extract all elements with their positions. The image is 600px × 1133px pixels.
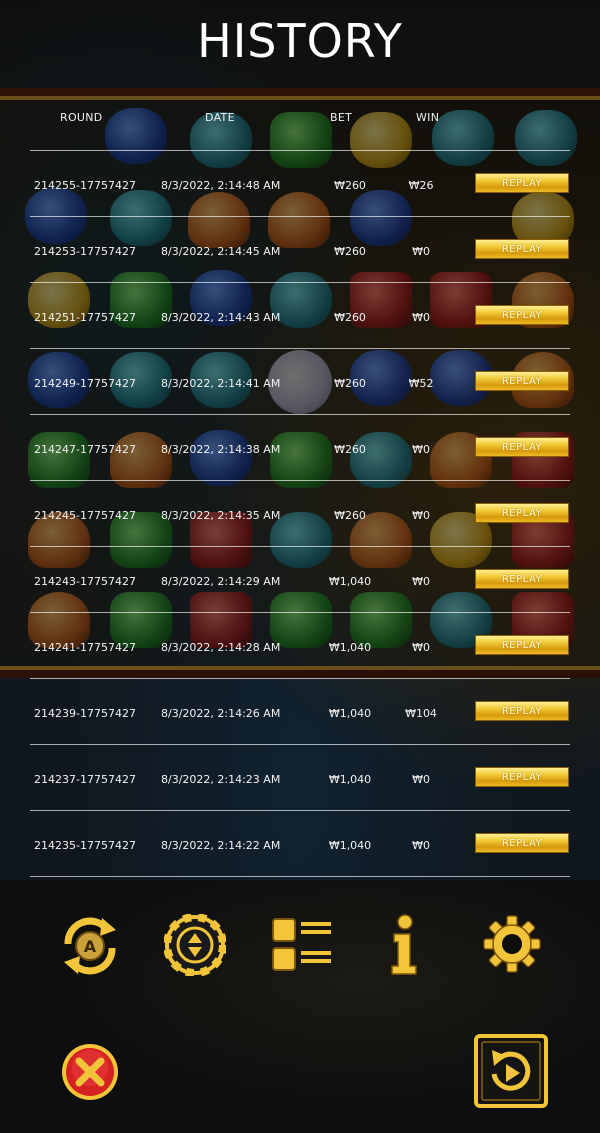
table-row: 214235-17757427 8/3/2022, 2:14:22 AM ₩1,… [30,811,570,877]
replay-button[interactable]: REPLAY [475,503,569,523]
round-id: 214239-17757427 [34,707,136,720]
win-amount: ₩0 [412,575,430,588]
bet-amount: ₩260 [334,443,366,456]
round-id: 214245-17757427 [34,509,136,522]
table-row: 214241-17757427 8/3/2022, 2:14:28 AM ₩1,… [30,613,570,679]
round-date: 8/3/2022, 2:14:23 AM [161,773,281,786]
bet-amount: ₩1,040 [328,707,372,720]
replay-button[interactable]: REPLAY [475,239,569,259]
round-id: 214249-17757427 [34,377,136,390]
replay-play-icon[interactable] [474,1034,548,1108]
column-header-date: DATE [205,111,235,124]
replay-button[interactable]: REPLAY [475,569,569,589]
round-date: 8/3/2022, 2:14:29 AM [161,575,281,588]
round-id: 214241-17757427 [34,641,136,654]
round-id: 214243-17757427 [34,575,136,588]
column-header-round: ROUND [60,111,103,124]
win-amount: ₩26 [408,179,434,192]
replay-button[interactable]: REPLAY [475,767,569,787]
win-amount: ₩0 [412,443,430,456]
round-date: 8/3/2022, 2:14:38 AM [161,443,281,456]
round-id: 214237-17757427 [34,773,136,786]
round-id: 214247-17757427 [34,443,136,456]
round-date: 8/3/2022, 2:14:43 AM [161,311,281,324]
bet-amount: ₩260 [334,509,366,522]
column-header-bet: BET [330,111,353,124]
column-header-win: WIN [416,111,440,124]
info-icon[interactable] [388,914,422,976]
table-row: 214245-17757427 8/3/2022, 2:14:35 AM ₩26… [30,481,570,547]
table-row: 214253-17757427 8/3/2022, 2:14:45 AM ₩26… [30,217,570,283]
round-id: 214255-17757427 [34,179,136,192]
table-row: 214243-17757427 8/3/2022, 2:14:29 AM ₩1,… [30,547,570,613]
table-row: 214247-17757427 8/3/2022, 2:14:38 AM ₩26… [30,415,570,481]
settings-gear-icon[interactable] [482,914,542,974]
win-amount: ₩0 [412,509,430,522]
round-date: 8/3/2022, 2:14:26 AM [161,707,281,720]
bet-amount: ₩260 [334,377,366,390]
table-row: 214251-17757427 8/3/2022, 2:14:43 AM ₩26… [30,283,570,349]
bet-amount: ₩260 [334,179,366,192]
win-amount: ₩104 [405,707,437,720]
win-amount: ₩52 [408,377,434,390]
round-id: 214235-17757427 [34,839,136,852]
autoplay-icon[interactable]: A [58,914,122,978]
replay-button[interactable]: REPLAY [475,437,569,457]
bet-amount: ₩1,040 [328,839,372,852]
replay-button[interactable]: REPLAY [475,371,569,391]
round-date: 8/3/2022, 2:14:35 AM [161,509,281,522]
close-icon[interactable] [60,1042,120,1102]
replay-button[interactable]: REPLAY [475,635,569,655]
win-amount: ₩0 [412,245,430,258]
win-amount: ₩0 [412,773,430,786]
round-date: 8/3/2022, 2:14:45 AM [161,245,281,258]
win-amount: ₩0 [412,311,430,324]
bet-chip-icon[interactable] [164,914,226,976]
table-row: 214249-17757427 8/3/2022, 2:14:41 AM ₩26… [30,349,570,415]
replay-button[interactable]: REPLAY [475,701,569,721]
table-row: 214239-17757427 8/3/2022, 2:14:26 AM ₩1,… [30,679,570,745]
bet-amount: ₩1,040 [328,773,372,786]
table-row: 214237-17757427 8/3/2022, 2:14:23 AM ₩1,… [30,745,570,811]
round-date: 8/3/2022, 2:14:41 AM [161,377,281,390]
replay-button[interactable]: REPLAY [475,173,569,193]
bet-amount: ₩1,040 [328,575,372,588]
bet-amount: ₩1,040 [328,641,372,654]
win-amount: ₩0 [412,641,430,654]
round-id: 214251-17757427 [34,311,136,324]
page-title: HISTORY [197,14,403,68]
win-amount: ₩0 [412,839,430,852]
round-id: 214253-17757427 [34,245,136,258]
round-date: 8/3/2022, 2:14:22 AM [161,839,281,852]
table-header: ROUND DATE BET WIN [30,100,570,151]
bet-amount: ₩260 [334,245,366,258]
history-list-icon[interactable] [271,916,333,974]
history-table: ROUND DATE BET WIN 214255-17757427 8/3/2… [30,100,570,877]
bet-amount: ₩260 [334,311,366,324]
round-date: 8/3/2022, 2:14:48 AM [161,179,281,192]
replay-button[interactable]: REPLAY [475,833,569,853]
table-row: 214255-17757427 8/3/2022, 2:14:48 AM ₩26… [30,151,570,217]
bottom-control-bar: A [0,880,600,1133]
replay-button[interactable]: REPLAY [475,305,569,325]
svg-text:A: A [84,937,97,956]
round-date: 8/3/2022, 2:14:28 AM [161,641,281,654]
